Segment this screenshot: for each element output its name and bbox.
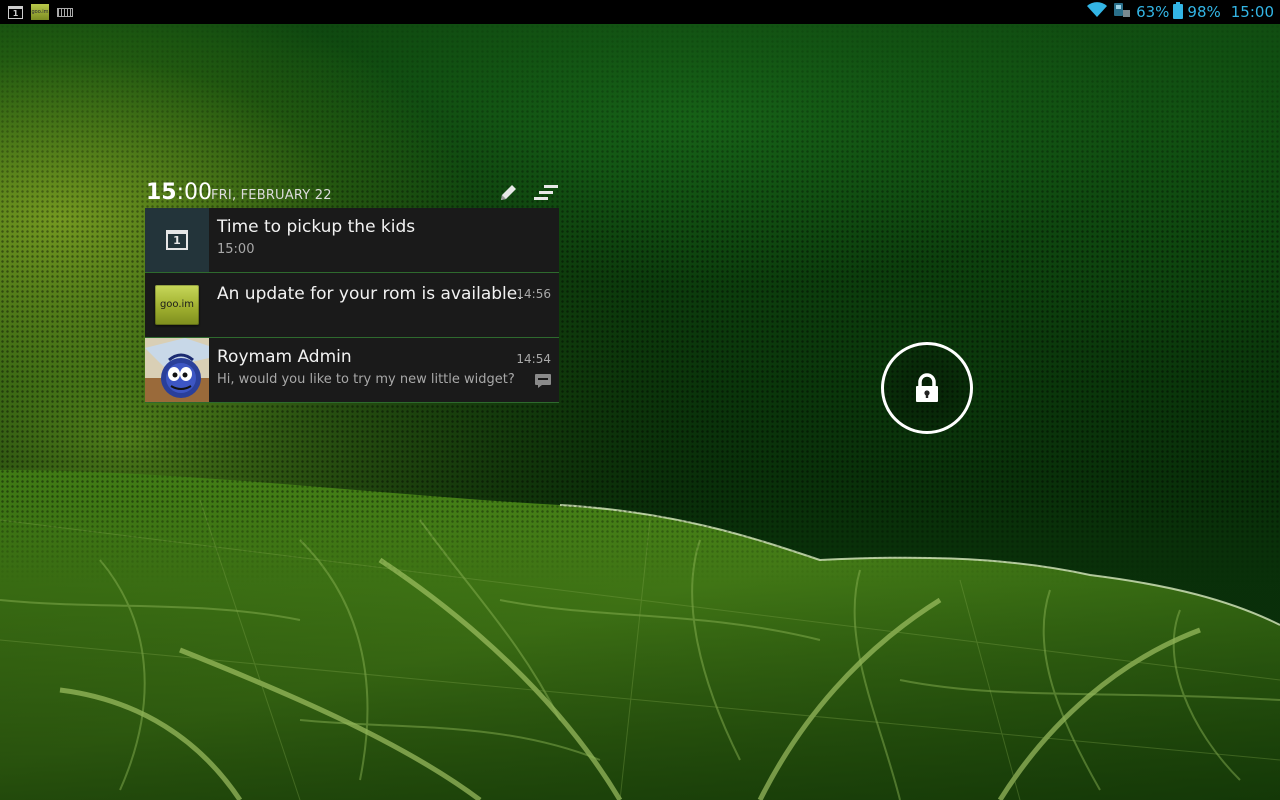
battery-icon xyxy=(1173,1,1184,23)
calendar-day: 1 xyxy=(166,230,188,250)
pencil-icon[interactable] xyxy=(495,182,521,204)
goo-im-icon: goo.im xyxy=(31,4,49,20)
notification-item[interactable]: Roymam Admin Hi, would you like to try m… xyxy=(145,338,559,403)
clock-hours: 15 xyxy=(146,180,177,205)
lockscreen: 1 goo.im 63% 98% 15:00 15:00 FRI, FEBRUA… xyxy=(0,0,1280,800)
sms-icon xyxy=(535,373,551,392)
clear-list-icon[interactable] xyxy=(533,182,559,204)
wifi-icon xyxy=(1086,2,1108,22)
notification-subtitle: 15:00 xyxy=(217,242,255,257)
notification-title: Roymam Admin xyxy=(217,347,352,367)
status-bar[interactable]: 1 goo.im 63% 98% 15:00 xyxy=(0,0,1280,24)
sim-card-icon xyxy=(1112,1,1132,23)
lock-icon xyxy=(916,373,938,402)
widget-header: 15:00 FRI, FEBRUARY 22 xyxy=(145,178,559,208)
battery-percent: 98% xyxy=(1187,3,1221,21)
goo-im-label: goo.im xyxy=(155,285,199,325)
notification-item[interactable]: goo.im An update for your rom is availab… xyxy=(145,273,559,338)
avatar xyxy=(145,338,209,402)
status-clock: 15:00 xyxy=(1230,3,1274,21)
notification-time: 14:54 xyxy=(516,352,551,366)
clock-minutes: :00 xyxy=(176,180,213,205)
notification-time: 14:56 xyxy=(516,287,551,301)
status-bar-notification-icons: 1 goo.im xyxy=(8,3,73,21)
goo-im-icon: goo.im xyxy=(145,273,209,337)
widget-date: FRI, FEBRUARY 22 xyxy=(211,188,332,203)
notification-subtitle: Hi, would you like to try my new little … xyxy=(217,372,515,387)
calendar-icon: 1 xyxy=(145,208,209,272)
widget-clock: 15:00 xyxy=(146,180,212,205)
signal-percent: 63% xyxy=(1136,3,1170,21)
keyboard-icon xyxy=(57,7,73,17)
notification-item[interactable]: 1 Time to pickup the kids 15:00 xyxy=(145,208,559,273)
calendar-icon: 1 xyxy=(8,5,23,19)
notification-widget: 15:00 FRI, FEBRUARY 22 1 Time to pickup … xyxy=(145,178,559,403)
unlock-handle[interactable] xyxy=(881,342,973,434)
notification-title: An update for your rom is available. xyxy=(217,284,523,304)
notification-title: Time to pickup the kids xyxy=(217,217,416,237)
status-bar-system-icons: 63% 98% 15:00 xyxy=(1086,0,1274,24)
